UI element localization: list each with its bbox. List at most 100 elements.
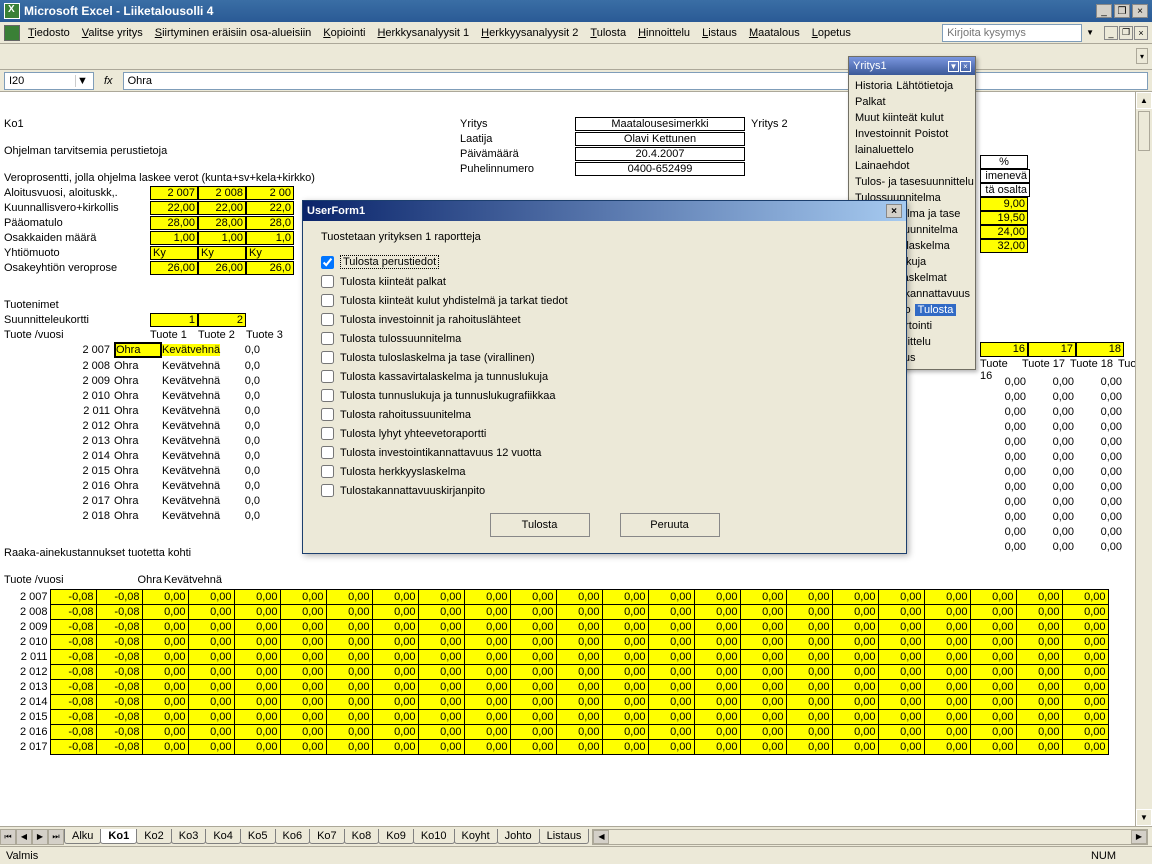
sheet-tab-ko4[interactable]: Ko4: [205, 829, 241, 844]
cell-raaka: Raaka-ainekustannukset tuotetta kohti: [4, 547, 191, 559]
frz-1-0: 0,00: [980, 391, 1028, 406]
sheet-tab-listaus[interactable]: Listaus: [539, 829, 590, 844]
scroll-thumb[interactable]: [1138, 111, 1150, 151]
menu-hinnoittelu[interactable]: Hinnoittelu: [632, 25, 696, 41]
sheet-tab-ko8[interactable]: Ko8: [344, 829, 380, 844]
panel-item-1[interactable]: Palkat: [853, 94, 971, 110]
sheet-tab-alku[interactable]: Alku: [64, 829, 101, 844]
sheet-tab-ko1[interactable]: Ko1: [100, 829, 137, 844]
menu-tiedosto[interactable]: Tiedosto: [22, 25, 76, 41]
chk-9[interactable]: [321, 427, 334, 440]
panel-link-palkat[interactable]: Palkat: [855, 96, 886, 108]
sheet-tab-ko7[interactable]: Ko7: [309, 829, 345, 844]
tulosta-button[interactable]: Tulosta: [490, 513, 590, 537]
peruuta-button[interactable]: Peruuta: [620, 513, 720, 537]
prod-zero-5: 0,0: [220, 420, 260, 432]
cost-8-10: 0,00: [510, 710, 556, 725]
menu-herkkysanalyysit-1[interactable]: Herkkysanalyysit 1: [371, 25, 475, 41]
ask-dropdown-icon[interactable]: ▼: [1086, 28, 1094, 37]
sheet-tab-koyht[interactable]: Koyht: [454, 829, 498, 844]
tab-nav-first[interactable]: ⏮: [0, 829, 16, 845]
menu-siirtyminen-eräisiin-osa-alueisiin[interactable]: Siirtyminen eräisiin osa-alueisiin: [149, 25, 318, 41]
dialog-close-button[interactable]: ×: [886, 204, 902, 218]
tab-nav-last[interactable]: ⏭: [48, 829, 64, 845]
sheet-tab-johto[interactable]: Johto: [497, 829, 540, 844]
mdi-restore-button[interactable]: ❐: [1119, 26, 1133, 40]
mdi-minimize-button[interactable]: _: [1104, 26, 1118, 40]
hscroll-left-button[interactable]: ◀: [593, 830, 609, 844]
sheet-tab-ko10[interactable]: Ko10: [413, 829, 455, 844]
chk-11[interactable]: [321, 465, 334, 478]
chk-2[interactable]: [321, 294, 334, 307]
formula-bar[interactable]: Ohra: [123, 72, 1148, 90]
chk-12[interactable]: [321, 484, 334, 497]
chk-7[interactable]: [321, 389, 334, 402]
chk-5[interactable]: [321, 351, 334, 364]
panel-link-tulosta[interactable]: Tulosta: [915, 304, 957, 316]
ask-question-input[interactable]: [942, 24, 1082, 42]
menu-listaus[interactable]: Listaus: [696, 25, 743, 41]
panel-link-lainaluettelo[interactable]: lainaluettelo: [855, 144, 914, 156]
hscroll-right-button[interactable]: ▶: [1131, 830, 1147, 844]
minimize-button[interactable]: _: [1096, 4, 1112, 18]
menu-maatalous[interactable]: Maatalous: [743, 25, 806, 41]
cost-7-17: 0,00: [832, 695, 878, 710]
chk-0[interactable]: [321, 256, 334, 269]
sheet-tab-ko3[interactable]: Ko3: [171, 829, 207, 844]
chk-4[interactable]: [321, 332, 334, 345]
val-osakk-1: 1,00: [198, 231, 246, 245]
prod-year-9: 2 016: [4, 480, 114, 492]
fx-icon[interactable]: fx: [104, 75, 113, 87]
mdi-close-button[interactable]: ×: [1134, 26, 1148, 40]
panel-item-5[interactable]: Tulos- ja tasesuunnittelu: [853, 174, 971, 190]
panel-item-3[interactable]: Investoinnit Poistot: [853, 126, 971, 142]
frz-11-0: 0,00: [980, 541, 1028, 556]
panel-item-4[interactable]: lainaluettelo Lainaehdot: [853, 142, 971, 174]
panel-dropdown-icon[interactable]: ▼: [948, 61, 959, 72]
vertical-scrollbar[interactable]: ▲ ▼: [1135, 92, 1152, 826]
panel-link-historia[interactable]: Historia: [855, 80, 892, 92]
workbook-icon[interactable]: [4, 25, 20, 41]
chk-3[interactable]: [321, 313, 334, 326]
sheet-tab-ko9[interactable]: Ko9: [378, 829, 414, 844]
panel-close-icon[interactable]: ×: [960, 61, 971, 72]
name-box[interactable]: I20 ▼: [4, 72, 94, 90]
menu-tulosta[interactable]: Tulosta: [584, 25, 632, 41]
cost-2-21: 0,00: [1016, 620, 1062, 635]
cost-3-12: 0,00: [602, 635, 648, 650]
name-box-dropdown-icon[interactable]: ▼: [75, 75, 89, 87]
sheet-tab-ko5[interactable]: Ko5: [240, 829, 276, 844]
panel-item-2[interactable]: Muut kiinteät kulut: [853, 110, 971, 126]
cost-7-19: 0,00: [924, 695, 970, 710]
scroll-down-button[interactable]: ▼: [1136, 809, 1152, 826]
chk-6[interactable]: [321, 370, 334, 383]
tab-nav-prev[interactable]: ◀: [16, 829, 32, 845]
cost-4-14: 0,00: [694, 650, 740, 665]
sheet-tab-ko6[interactable]: Ko6: [275, 829, 311, 844]
chk-10[interactable]: [321, 446, 334, 459]
panel-link-investoinnit[interactable]: Investoinnit: [855, 128, 911, 140]
dialog-titlebar[interactable]: UserForm1 ×: [303, 201, 906, 221]
close-button[interactable]: ×: [1132, 4, 1148, 18]
panel-link-lainaehdot[interactable]: Lainaehdot: [855, 160, 909, 172]
chk-8[interactable]: [321, 408, 334, 421]
tab-nav-next[interactable]: ▶: [32, 829, 48, 845]
sheet-tab-ko2[interactable]: Ko2: [136, 829, 172, 844]
panel-link-poistot[interactable]: Poistot: [915, 128, 949, 140]
panel-item-0[interactable]: Historia Lähtötietoja: [853, 78, 971, 94]
horizontal-scrollbar[interactable]: ◀ ▶: [592, 829, 1148, 845]
panel-link-tulos--ja-tasesuunnittelu[interactable]: Tulos- ja tasesuunnittelu: [855, 176, 974, 188]
menu-kopiointi[interactable]: Kopiointi: [317, 25, 371, 41]
menu-herkkyysanalyysit-2[interactable]: Herkkyysanalyysit 2: [475, 25, 584, 41]
scroll-up-button[interactable]: ▲: [1136, 92, 1152, 109]
cost-1-17: 0,00: [832, 605, 878, 620]
chk-1[interactable]: [321, 275, 334, 288]
menu-lopetus[interactable]: Lopetus: [806, 25, 857, 41]
toolbar-overflow-icon[interactable]: ▾: [1136, 48, 1148, 64]
menu-valitse-yritys[interactable]: Valitse yritys: [76, 25, 149, 41]
panel-titlebar[interactable]: Yritys1 ▼ ×: [849, 57, 975, 75]
panel-link-lähtötietoja[interactable]: Lähtötietoja: [896, 80, 953, 92]
restore-button[interactable]: ❐: [1114, 4, 1130, 18]
panel-link-muut-kiinteät-kulut[interactable]: Muut kiinteät kulut: [855, 112, 944, 124]
chk-label-3: Tulosta investoinnit ja rahoituslähteet: [340, 314, 521, 326]
